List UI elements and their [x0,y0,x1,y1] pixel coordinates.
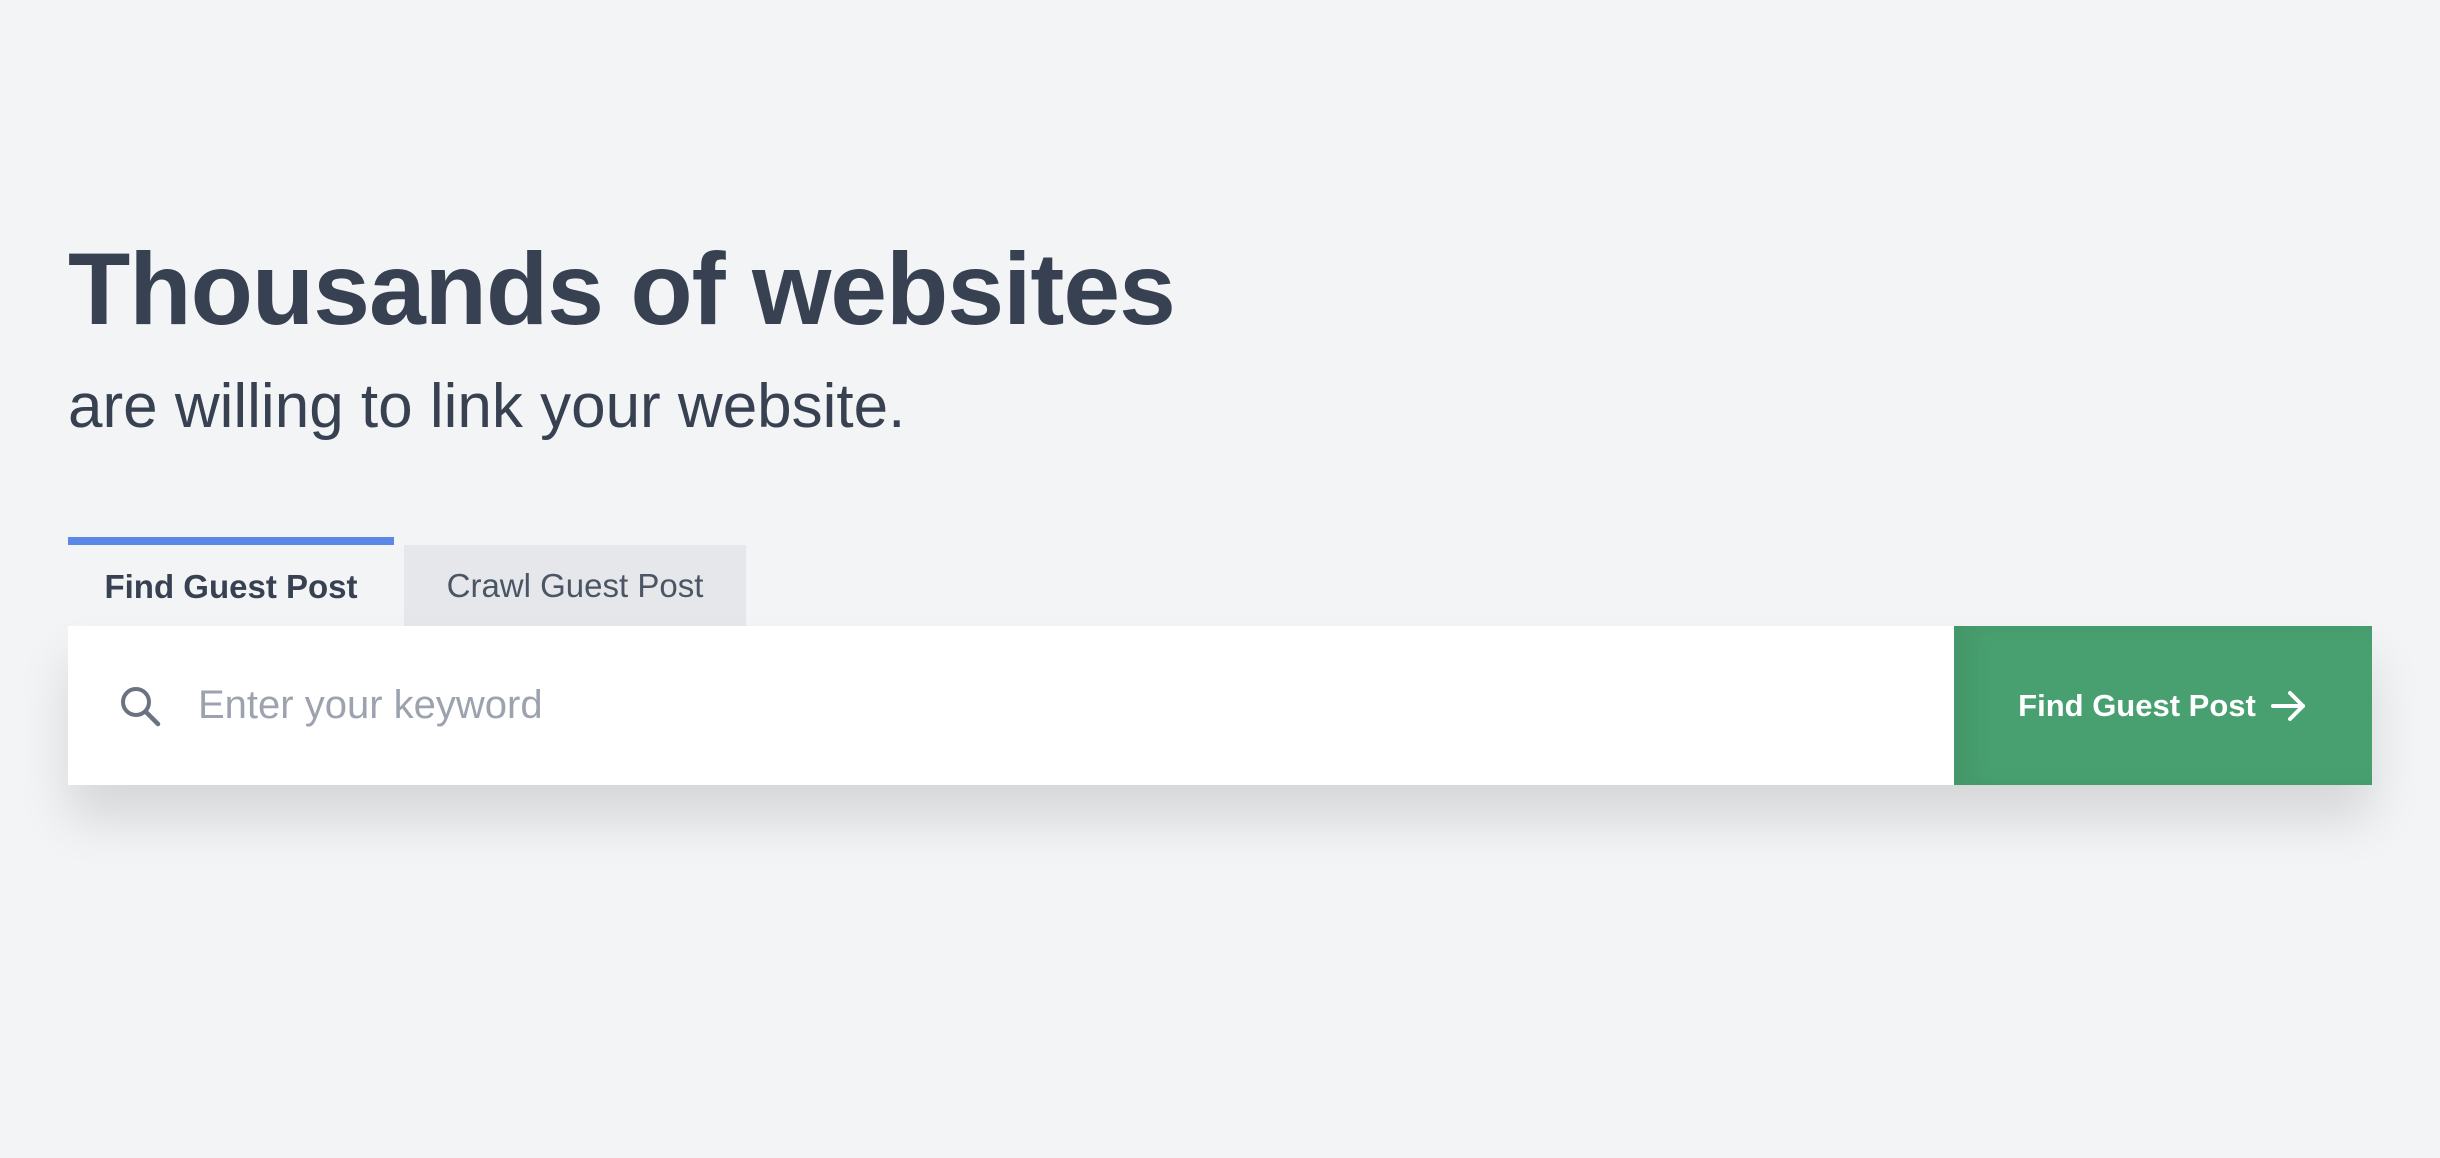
page-title: Thousands of websites [68,232,1176,346]
search-mode-tabs: Find Guest Post Crawl Guest Post [68,537,746,626]
find-guest-post-button[interactable]: Find Guest Post [1954,626,2372,785]
tab-find-guest-post[interactable]: Find Guest Post [68,537,394,626]
hero-copy: Thousands of websites are willing to lin… [68,238,2372,438]
search-box[interactable] [68,626,1954,785]
page-subtitle: are willing to link your website. [68,372,906,441]
search-panel: Find Guest Post [68,626,2372,785]
tab-crawl-guest-post[interactable]: Crawl Guest Post [404,545,746,626]
arrow-right-icon [2270,689,2308,723]
search-input[interactable] [196,682,1900,729]
search-icon [118,684,162,728]
find-guest-post-button-label: Find Guest Post [2018,687,2256,723]
